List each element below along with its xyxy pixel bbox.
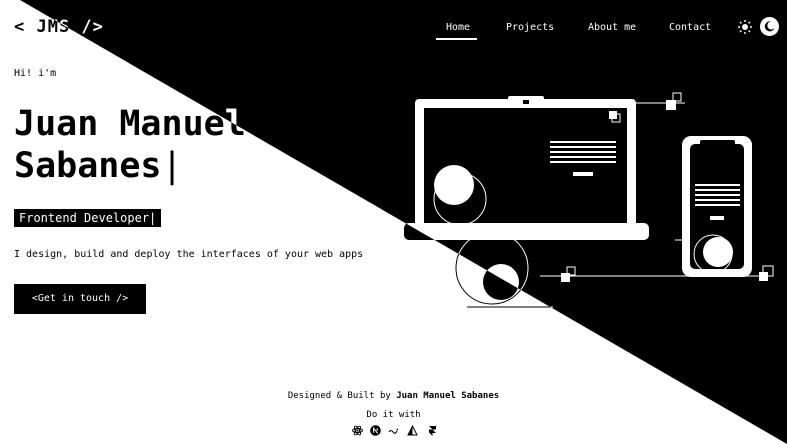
theme-toggle-button[interactable] <box>760 17 779 36</box>
framer-icon <box>429 426 436 436</box>
footer-author-name: Juan Manuel Sabanes <box>396 391 500 401</box>
nav-home[interactable]: Home <box>446 22 470 33</box>
styled-components-icon <box>388 428 399 434</box>
nav-projects[interactable]: Projects <box>506 22 554 33</box>
hero-name: Juan Manuel Sabanes| <box>14 104 246 186</box>
hero-tagline: I design, build and deploy the interface… <box>14 249 364 260</box>
greeting: Hi! i'm <box>14 68 57 79</box>
role-chip: Frontend Developer| <box>14 209 162 227</box>
footer-credit: Designed & Built by Juan Manuel Sabanes <box>287 391 500 401</box>
moon-icon <box>764 21 775 32</box>
footer-tools-label: Do it with <box>366 410 421 420</box>
main-nav: Home Projects About me Contact <box>0 22 787 42</box>
nav-contact[interactable]: Contact <box>669 22 711 33</box>
react-icon <box>352 425 363 436</box>
sun-icon[interactable] <box>737 19 753 35</box>
nav-active-indicator <box>436 38 477 40</box>
tech-icons <box>350 425 440 437</box>
nextjs-icon <box>370 425 381 436</box>
get-in-touch-button[interactable]: <Get in touch /> <box>14 284 146 314</box>
nav-about-me[interactable]: About me <box>588 22 636 33</box>
vercel-icon <box>407 425 418 436</box>
